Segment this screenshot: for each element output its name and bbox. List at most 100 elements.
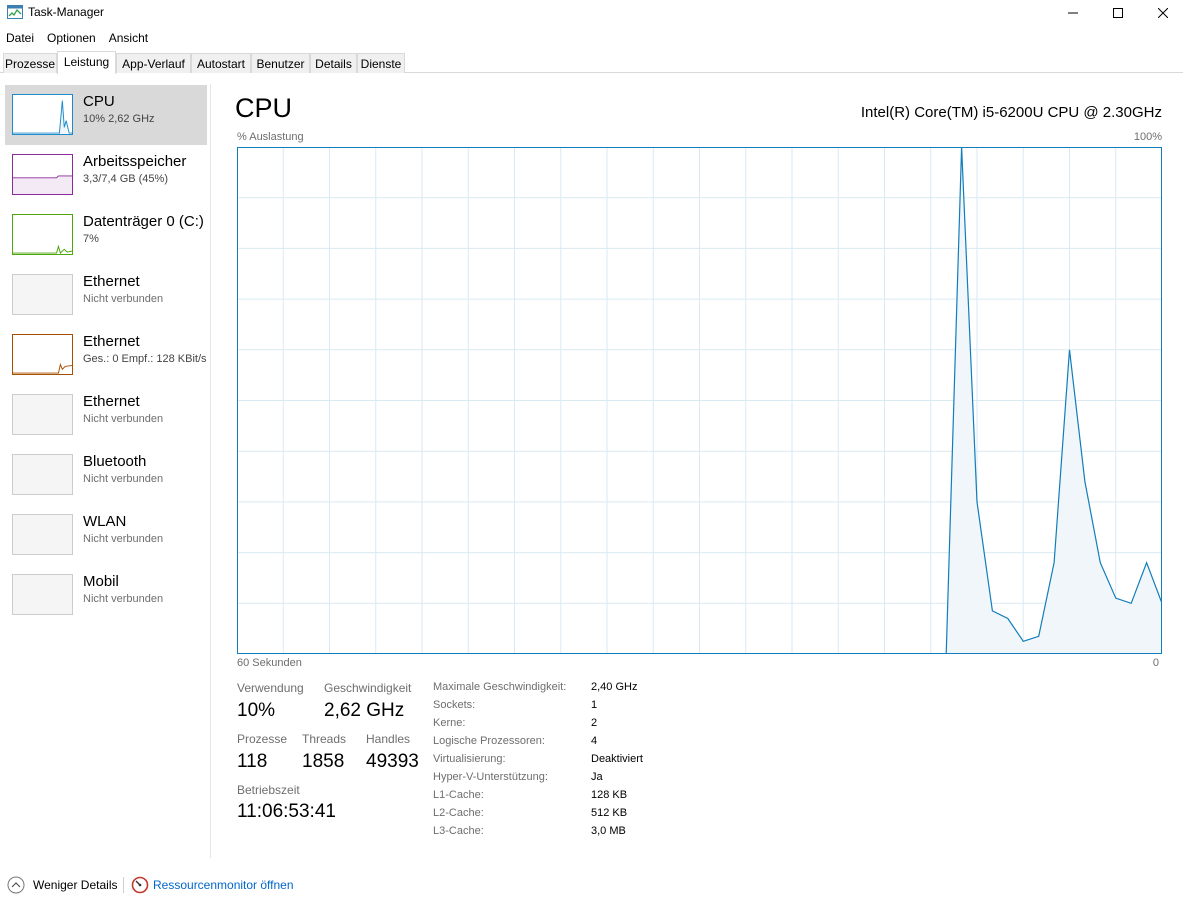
processes-value: 118 xyxy=(237,751,268,772)
sidebar-item-sub: 7% xyxy=(83,233,99,245)
sidebar-item-sub: 10% 2,62 GHz xyxy=(83,113,155,125)
sidebar-item-label: Mobil xyxy=(83,573,119,590)
speed-label: Geschwindigkeit xyxy=(324,681,412,695)
page-title: CPU xyxy=(235,93,293,123)
spec-value: 128 KB xyxy=(591,789,628,801)
speed-value: 2,62 GHz xyxy=(324,700,405,721)
spec-key: L1-Cache: xyxy=(433,789,484,801)
footer-bar: Weniger Details Ressourcenmonitor öffnen xyxy=(0,872,1183,898)
processes-label: Prozesse xyxy=(237,732,288,746)
bluetooth-graph-icon xyxy=(12,454,73,495)
sidebar-item-sub: Ges.: 0 Empf.: 128 KBit/s xyxy=(83,353,207,365)
tab-users[interactable]: Benutzer xyxy=(251,53,310,73)
sidebar-item-sub: Nicht verbunden xyxy=(83,413,164,425)
sidebar-item-bluetooth[interactable]: Bluetooth Nicht verbunden xyxy=(5,445,207,505)
tab-details[interactable]: Details xyxy=(310,53,357,73)
uptime-value: 11:06:53:41 xyxy=(237,801,336,822)
ethernet-graph-icon xyxy=(12,394,73,435)
close-icon xyxy=(1157,8,1168,18)
chart-grid xyxy=(237,147,1162,654)
sidebar-item-label: Datenträger 0 (C:) xyxy=(83,213,204,230)
handles-label: Handles xyxy=(366,732,411,746)
menu-bar: Datei Optionen Ansicht xyxy=(0,28,155,48)
minimize-button[interactable] xyxy=(1050,0,1095,26)
sidebar-item-sub: 3,3/7,4 GB (45%) xyxy=(83,173,168,185)
sidebar-item-ethernet-1[interactable]: Ethernet Nicht verbunden xyxy=(5,265,207,325)
sidebar-item-wlan[interactable]: WLAN Nicht verbunden xyxy=(5,505,207,565)
footer-separator xyxy=(123,877,124,893)
spec-value: 4 xyxy=(591,735,598,747)
tab-bar: Prozesse Leistung App-Verlauf Autostart … xyxy=(0,51,1183,74)
resource-list: CPU 10% 2,62 GHz Arbeitsspeicher 3,3/7,4… xyxy=(0,84,210,859)
panel-divider xyxy=(210,84,211,858)
menu-options[interactable]: Optionen xyxy=(41,28,103,48)
ethernet-graph-icon xyxy=(12,334,73,375)
task-manager-icon xyxy=(7,5,23,19)
sidebar-item-label: Ethernet xyxy=(83,393,140,410)
spec-value: 1 xyxy=(591,699,598,711)
spec-key: L3-Cache: xyxy=(433,825,484,837)
title-bar: Task-Manager xyxy=(0,0,1183,26)
spec-key: Maximale Geschwindigkeit: xyxy=(433,681,567,693)
resource-monitor-icon[interactable] xyxy=(131,876,149,894)
spec-key: Kerne: xyxy=(433,717,466,729)
sidebar-item-label: Bluetooth xyxy=(83,453,147,470)
tab-startup[interactable]: Autostart xyxy=(191,53,251,73)
sidebar-item-ethernet-2[interactable]: Ethernet Ges.: 0 Empf.: 128 KBit/s xyxy=(5,325,207,385)
fewer-details-button[interactable]: Weniger Details xyxy=(33,878,117,892)
sidebar-item-sub: Nicht verbunden xyxy=(83,293,164,305)
sidebar-item-sub: Nicht verbunden xyxy=(83,473,164,485)
wlan-graph-icon xyxy=(12,514,73,555)
threads-label: Threads xyxy=(302,732,347,746)
window-title: Task-Manager xyxy=(28,5,105,19)
handles-value: 49393 xyxy=(366,751,419,772)
tab-processes[interactable]: Prozesse xyxy=(3,53,57,73)
menu-view[interactable]: Ansicht xyxy=(103,28,155,48)
y-axis-label: % Auslastung xyxy=(237,131,304,143)
uptime-label: Betriebszeit xyxy=(237,783,300,797)
tab-app-history[interactable]: App-Verlauf xyxy=(116,53,191,73)
threads-value: 1858 xyxy=(302,751,345,772)
sidebar-item-label: Ethernet xyxy=(83,333,140,350)
y-axis-max-label: 100% xyxy=(1133,131,1162,143)
maximize-icon xyxy=(1112,8,1123,18)
memory-graph-icon xyxy=(12,154,73,195)
sidebar-item-sub: Nicht verbunden xyxy=(83,593,164,605)
spec-value: Deaktiviert xyxy=(591,753,643,765)
spec-value: 2,40 GHz xyxy=(591,681,638,693)
sidebar-item-disk[interactable]: Datenträger 0 (C:) 7% xyxy=(5,205,207,265)
chevron-up-circle-icon[interactable] xyxy=(7,876,25,894)
spec-value: Ja xyxy=(591,771,603,783)
usage-label: Verwendung xyxy=(237,681,304,695)
usage-value: 10% xyxy=(237,700,276,721)
menu-file[interactable]: Datei xyxy=(0,28,41,48)
spec-key: Hyper-V-Unterstützung: xyxy=(433,771,548,783)
sidebar-item-memory[interactable]: Arbeitsspeicher 3,3/7,4 GB (45%) xyxy=(5,145,207,205)
x-axis-label: 60 Sekunden xyxy=(237,657,302,669)
disk-graph-icon xyxy=(12,214,73,255)
tab-performance[interactable]: Leistung xyxy=(57,51,116,74)
spec-key: Logische Prozessoren: xyxy=(433,735,545,747)
open-resource-monitor-link[interactable]: Ressourcenmonitor öffnen xyxy=(153,878,294,892)
close-button[interactable] xyxy=(1140,0,1183,26)
x-axis-min-label: 0 xyxy=(1152,657,1159,669)
spec-key: L2-Cache: xyxy=(433,807,484,819)
sidebar-item-label: Arbeitsspeicher xyxy=(83,153,187,170)
cpu-model-name: Intel(R) Core(TM) i5-6200U CPU @ 2.30GHz xyxy=(860,104,1162,121)
spec-key: Sockets: xyxy=(433,699,476,711)
spec-value: 512 KB xyxy=(591,807,628,819)
ethernet-graph-icon xyxy=(12,274,73,315)
sidebar-item-sub: Nicht verbunden xyxy=(83,533,164,545)
spec-value: 2 xyxy=(591,717,598,729)
maximize-button[interactable] xyxy=(1095,0,1140,26)
tab-services[interactable]: Dienste xyxy=(357,53,405,73)
mobile-graph-icon xyxy=(12,574,73,615)
cpu-graph-icon xyxy=(12,94,73,135)
sidebar-item-label: WLAN xyxy=(83,513,127,530)
sidebar-item-mobile[interactable]: Mobil Nicht verbunden xyxy=(5,565,207,625)
sidebar-item-label: CPU xyxy=(83,93,115,110)
spec-value: 3,0 MB xyxy=(591,825,626,837)
sidebar-item-cpu[interactable]: CPU 10% 2,62 GHz xyxy=(5,85,207,145)
sidebar-item-ethernet-3[interactable]: Ethernet Nicht verbunden xyxy=(5,385,207,445)
spec-key: Virtualisierung: xyxy=(433,753,506,765)
